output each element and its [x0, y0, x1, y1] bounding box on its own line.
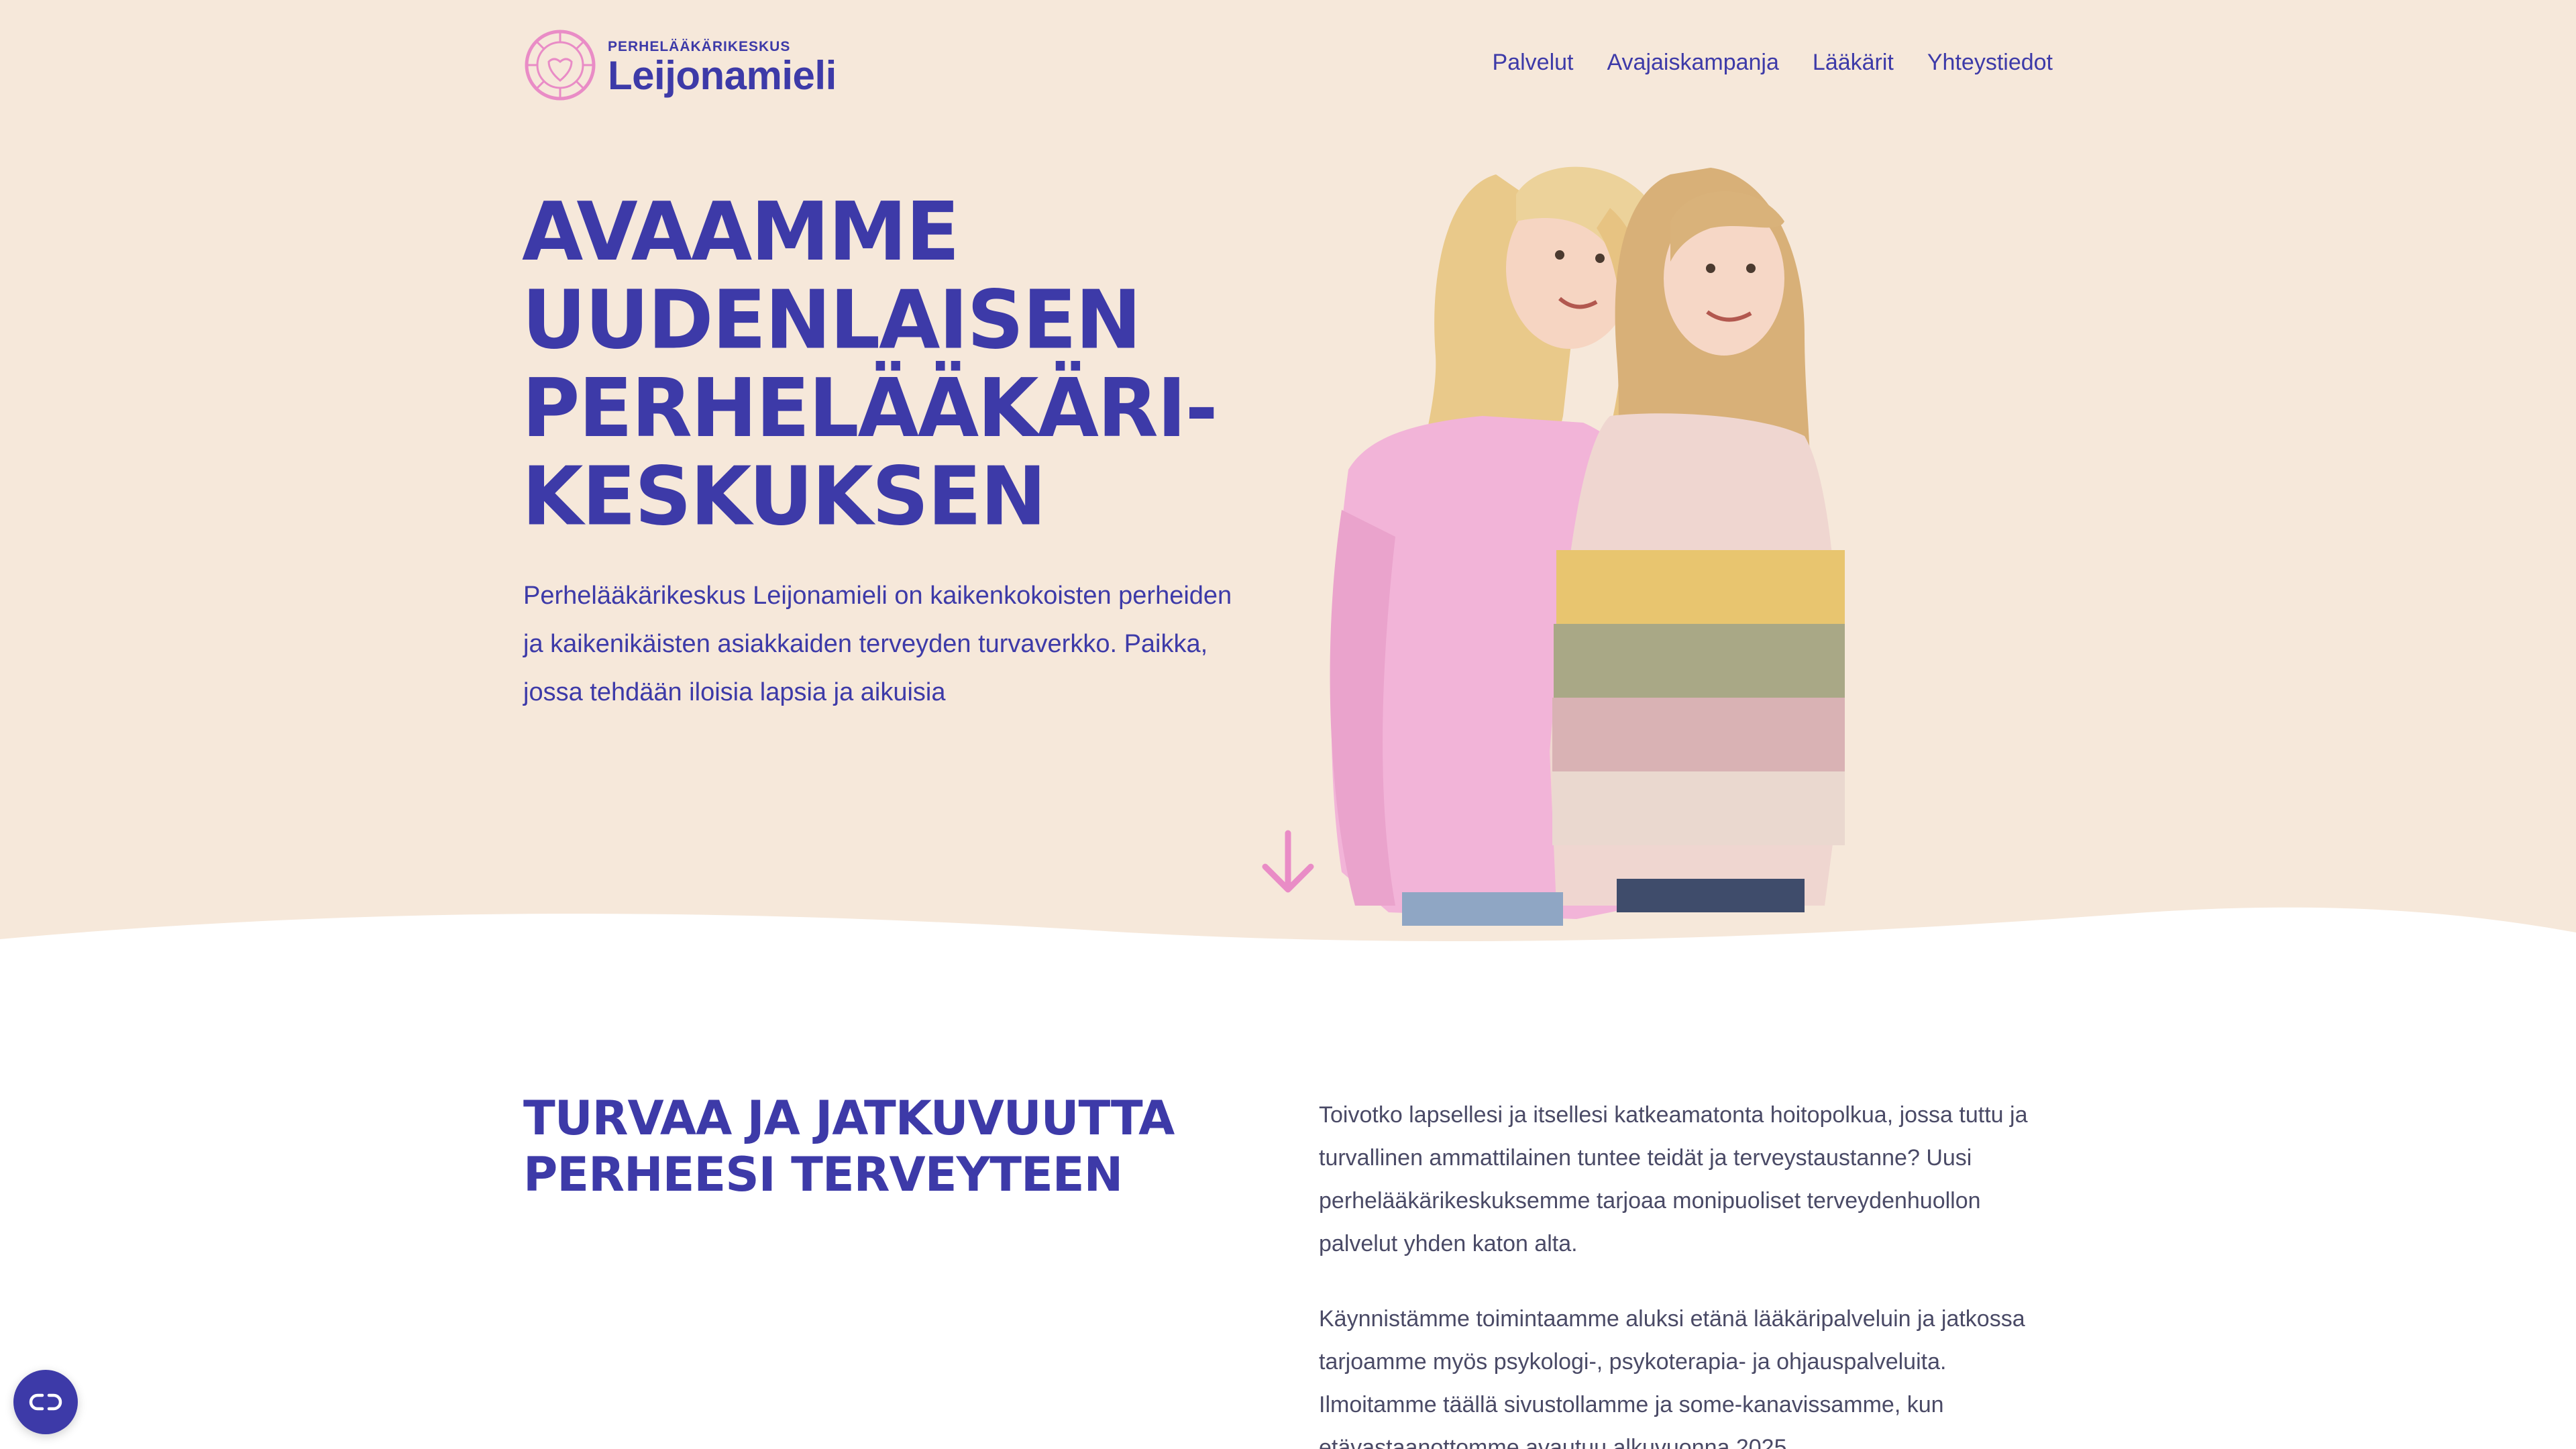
- chat-button[interactable]: [13, 1370, 78, 1434]
- nav-item-yhteystiedot[interactable]: Yhteystiedot: [1927, 50, 2053, 76]
- section-title: TURVAA JA JATKUVUUTTA PERHEESI TERVEYTEE…: [523, 1090, 1194, 1203]
- section-paragraph-1: Toivotko lapsellesi ja itsellesi katkeam…: [1319, 1093, 2070, 1265]
- section-title-line: PERHEESI TERVEYTEEN: [523, 1147, 1123, 1202]
- hero-wave-divider: [0, 907, 2576, 973]
- paragraph-line: Ilmoitamme täällä sivustollamme ja some-…: [1319, 1392, 1944, 1417]
- brand-logo[interactable]: PERHELÄÄKÄRIKESKUS Leijonamieli: [523, 28, 837, 102]
- section-paragraph-2: Käynnistämme toimintaamme aluksi etänä l…: [1319, 1297, 2070, 1449]
- nav-item-palvelut[interactable]: Palvelut: [1493, 50, 1574, 76]
- lion-logo-icon: [525, 30, 596, 101]
- hero-section: [0, 0, 2576, 973]
- paragraph-line: palvelut yhden katon alta.: [1319, 1231, 1578, 1256]
- paragraph-line: tarjoamme myös psykologi-, psykoterapia-…: [1319, 1349, 1947, 1375]
- hero-text-line: ja kaikenikäisten asiakkaiden terveyden …: [523, 630, 1208, 658]
- paragraph-line: perhelääkärikeskuksemme tarjoaa monipuol…: [1319, 1188, 1981, 1214]
- hero-description: Perhelääkärikeskus Leijonamieli on kaike…: [523, 572, 1261, 716]
- brand-name: Leijonamieli: [608, 53, 837, 98]
- paragraph-line: Toivotko lapsellesi ja itsellesi katkeam…: [1319, 1102, 2028, 1128]
- paragraph-line: turvallinen ammattilainen tuntee teidät …: [1319, 1145, 1972, 1171]
- hero-title-line: PERHELÄÄKÄRI-: [522, 360, 1218, 455]
- section-title-line: TURVAA JA JATKUVUUTTA: [523, 1091, 1175, 1146]
- main-nav: Palvelut Avajaiskampanja Lääkärit Yhteys…: [1493, 50, 2053, 76]
- hero-text-line: jossa tehdään iloisia lapsia ja aikuisia: [523, 678, 946, 706]
- chat-link-icon: [29, 1393, 62, 1411]
- nav-item-laakarit[interactable]: Lääkärit: [1813, 50, 1894, 76]
- hero-photo-two-girls: [1330, 166, 1845, 926]
- hero-title: AVAAMME UUDENLAISEN PERHELÄÄKÄRI- KESKUK…: [522, 184, 1218, 544]
- nav-item-avajaiskampanja[interactable]: Avajaiskampanja: [1607, 50, 1778, 76]
- hero-title-line: UUDENLAISEN: [522, 272, 1142, 368]
- paragraph-line: Käynnistämme toimintaamme aluksi etänä l…: [1319, 1306, 2025, 1332]
- hero-text-line: Perhelääkärikeskus Leijonamieli on kaike…: [523, 582, 1232, 610]
- hero-title-line: KESKUKSEN: [522, 449, 1046, 544]
- section-body: Toivotko lapsellesi ja itsellesi katkeam…: [1319, 1093, 2070, 1449]
- hero-title-line: AVAAMME: [522, 184, 960, 279]
- paragraph-line: etävastaanottomme avautuu alkuvuonna 202…: [1319, 1435, 1793, 1449]
- arrow-down-icon[interactable]: [1260, 829, 1316, 896]
